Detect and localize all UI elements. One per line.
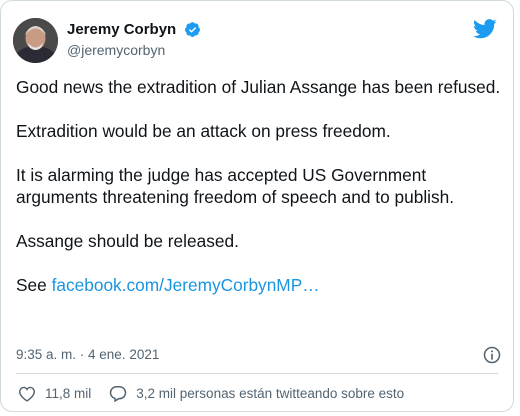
tweet-paragraph: Good news the extradition of Julian Assa… [16, 77, 501, 97]
info-icon[interactable] [482, 345, 502, 365]
tweet-timestamp[interactable]: 9:35 a. m. · 4 ene. 2021 [16, 347, 159, 362]
author-display-name[interactable]: Jeremy Corbyn [67, 20, 176, 39]
heart-icon [18, 386, 36, 402]
like-button[interactable]: 11,8 mil [18, 386, 91, 402]
tweet-text: Good news the extradition of Julian Assa… [16, 76, 501, 296]
twitter-bird-icon[interactable] [473, 19, 497, 39]
author-handle[interactable]: @jeremycorbyn [67, 41, 201, 60]
link-prefix: See [16, 275, 52, 295]
tweet-link-line: See facebook.com/JeremyCorbynMP… [16, 274, 501, 296]
tweet-actions: 11,8 mil 3,2 mil personas están twittean… [18, 385, 422, 402]
tweet-paragraph: Assange should be released. [16, 231, 239, 251]
speech-bubble-icon [110, 386, 127, 402]
like-count: 11,8 mil [45, 386, 92, 401]
verified-badge-icon [184, 22, 200, 37]
facebook-link[interactable]: facebook.com/JeremyCorbynMP… [52, 275, 320, 295]
divider [16, 373, 498, 374]
avatar[interactable] [13, 18, 58, 63]
author-block: Jeremy Corbyn @jeremycorbyn [67, 20, 201, 60]
tweet-paragraph: Extradition would be an attack on press … [16, 121, 391, 141]
conversation-text: 3,2 mil personas están twitteando sobre … [136, 386, 405, 401]
tweet-paragraph: It is alarming the judge has accepted US… [16, 165, 455, 207]
conversation-button[interactable]: 3,2 mil personas están twitteando sobre … [109, 385, 404, 402]
tweet-card: Jeremy Corbyn @jeremycorbyn Good news th… [0, 0, 514, 412]
